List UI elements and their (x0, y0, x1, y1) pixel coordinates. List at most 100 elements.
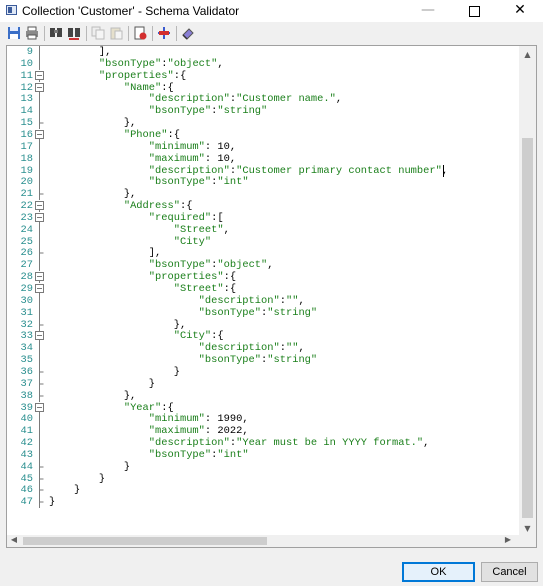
vertical-scroll-thumb[interactable] (522, 138, 533, 518)
code-line[interactable]: 46 } (7, 484, 518, 497)
code-line[interactable]: 40 "minimum": 1990, (7, 413, 518, 426)
code-line[interactable]: 15 }, (7, 117, 518, 130)
fold-toggle-icon[interactable] (35, 271, 44, 284)
line-number: 30 (20, 294, 33, 307)
code-line[interactable]: 33 "City":{ (7, 330, 518, 343)
code-line[interactable]: 11 "properties":{ (7, 70, 518, 82)
code-line[interactable]: 24 "Street", (7, 223, 518, 236)
code-line[interactable]: 47} (7, 496, 518, 509)
fold-toggle-icon[interactable] (35, 212, 44, 224)
fold-toggle-icon[interactable] (35, 82, 44, 94)
code-line[interactable]: 29 "Street":{ (7, 283, 518, 295)
line-number: 12 (20, 81, 33, 94)
code-line[interactable]: 10 "bsonType":"object", (7, 57, 518, 70)
code-line[interactable]: 32 }, (7, 318, 518, 331)
code-text: "maximum": 2022, (148, 425, 249, 438)
fold-guide-icon (35, 306, 44, 319)
code-text: ], (49, 247, 162, 260)
line-number: 37 (20, 377, 33, 390)
code-line[interactable]: 12 "Name":{ (7, 82, 518, 94)
code-text: "Name":{ (123, 81, 174, 94)
fold-guide-icon (35, 247, 44, 260)
fold-toggle-icon[interactable] (35, 283, 44, 295)
code-line[interactable]: 13 "description":"Customer name.", (7, 93, 518, 106)
cancel-button[interactable]: Cancel (481, 562, 538, 582)
code-line[interactable]: 25 "City" (7, 235, 518, 248)
toolbar-separator (86, 26, 87, 41)
code-line[interactable]: 30 "description":"", (7, 294, 518, 307)
code-line[interactable]: 20 "bsonType":"int" (7, 176, 518, 189)
scroll-left-arrow[interactable]: ◀ (7, 533, 21, 547)
copy-icon[interactable] (91, 26, 107, 40)
code-line[interactable]: 23 "required":[ (7, 212, 518, 224)
scroll-right-arrow[interactable]: ▶ (501, 533, 515, 547)
fold-guide-icon (35, 425, 44, 438)
fold-toggle-icon[interactable] (35, 200, 44, 213)
fold-guide-icon (35, 460, 44, 473)
code-line[interactable]: 35 "bsonType":"string" (7, 354, 518, 367)
line-number: 44 (20, 460, 33, 473)
code-line[interactable]: 36 } (7, 365, 518, 378)
code-line[interactable]: 39 "Year":{ (7, 402, 518, 414)
clear-icon[interactable] (181, 26, 197, 40)
code-line[interactable]: 26 ], (7, 247, 518, 260)
code-line[interactable]: 41 "maximum": 2022, (7, 425, 518, 438)
fold-guide-icon (35, 377, 44, 390)
code-line[interactable]: 37 } (7, 377, 518, 390)
code-line[interactable]: 17 "minimum": 10, (7, 140, 518, 153)
save-icon[interactable] (7, 26, 23, 40)
code-line[interactable]: 16 "Phone":{ (7, 129, 518, 141)
fold-guide-icon (35, 365, 44, 378)
code-line[interactable]: 34 "description":"", (7, 342, 518, 355)
fold-toggle-icon[interactable] (35, 330, 44, 343)
code-line[interactable]: 43 "bsonType":"int" (7, 448, 518, 461)
fold-guide-icon (35, 484, 44, 497)
horizontal-scroll-thumb[interactable] (23, 537, 267, 545)
minimize-button[interactable]: — (405, 0, 451, 22)
code-line[interactable]: 38 }, (7, 389, 518, 402)
fold-guide-icon (35, 140, 44, 153)
find-icon[interactable] (49, 26, 65, 40)
code-text: }, (49, 389, 137, 402)
print-icon[interactable] (25, 26, 41, 40)
code-line[interactable]: 21 }, (7, 188, 518, 201)
code-line[interactable]: 27 "bsonType":"object", (7, 259, 518, 272)
fold-guide-icon (35, 223, 44, 236)
fold-guide-icon (35, 188, 44, 201)
validate-icon[interactable] (133, 26, 149, 40)
fold-guide-icon (35, 318, 44, 331)
fold-toggle-icon[interactable] (35, 70, 44, 82)
find-replace-icon[interactable] (67, 26, 83, 40)
code-line[interactable]: 28 "properties":{ (7, 271, 518, 284)
code-line[interactable]: 45 } (7, 472, 518, 485)
code-line[interactable]: 14 "bsonType":"string" (7, 105, 518, 118)
line-number: 24 (20, 223, 33, 236)
fold-toggle-icon[interactable] (35, 129, 44, 141)
fold-guide-icon (35, 117, 44, 130)
code-text: }, (49, 188, 137, 201)
code-line[interactable]: 31 "bsonType":"string" (7, 306, 518, 319)
code-line[interactable]: 18 "maximum": 10, (7, 152, 518, 165)
close-button[interactable]: ✕ (497, 0, 543, 22)
scroll-up-arrow[interactable]: ▲ (519, 46, 536, 63)
line-number: 43 (20, 448, 33, 461)
schema-editor[interactable]: 9 ], 10 "bsonType":"object", 11 "propertie… (6, 45, 537, 548)
code-line[interactable]: 19 "description":"Customer primary conta… (7, 164, 518, 177)
fold-toggle-icon[interactable] (35, 402, 44, 414)
vertical-scrollbar[interactable]: ▲ ▼ (519, 46, 536, 537)
paste-icon[interactable] (109, 26, 125, 40)
horizontal-scrollbar[interactable]: ◀ ▶ (7, 535, 519, 547)
code-text: } (49, 365, 180, 378)
line-number: 17 (20, 140, 33, 153)
line-number: 42 (20, 437, 33, 450)
maximize-button[interactable] (451, 0, 497, 22)
dialog-footer: OK Cancel (0, 549, 543, 586)
code-line[interactable]: 44 } (7, 460, 518, 473)
format-icon[interactable] (157, 26, 173, 40)
code-text: "required":[ (148, 211, 224, 224)
code-text: "Year":{ (123, 401, 174, 414)
code-line[interactable]: 9 ], (7, 46, 518, 58)
code-line[interactable]: 42 "description":"Year must be in YYYY f… (7, 437, 518, 450)
ok-button[interactable]: OK (402, 562, 475, 582)
code-line[interactable]: 22 "Address":{ (7, 200, 518, 213)
